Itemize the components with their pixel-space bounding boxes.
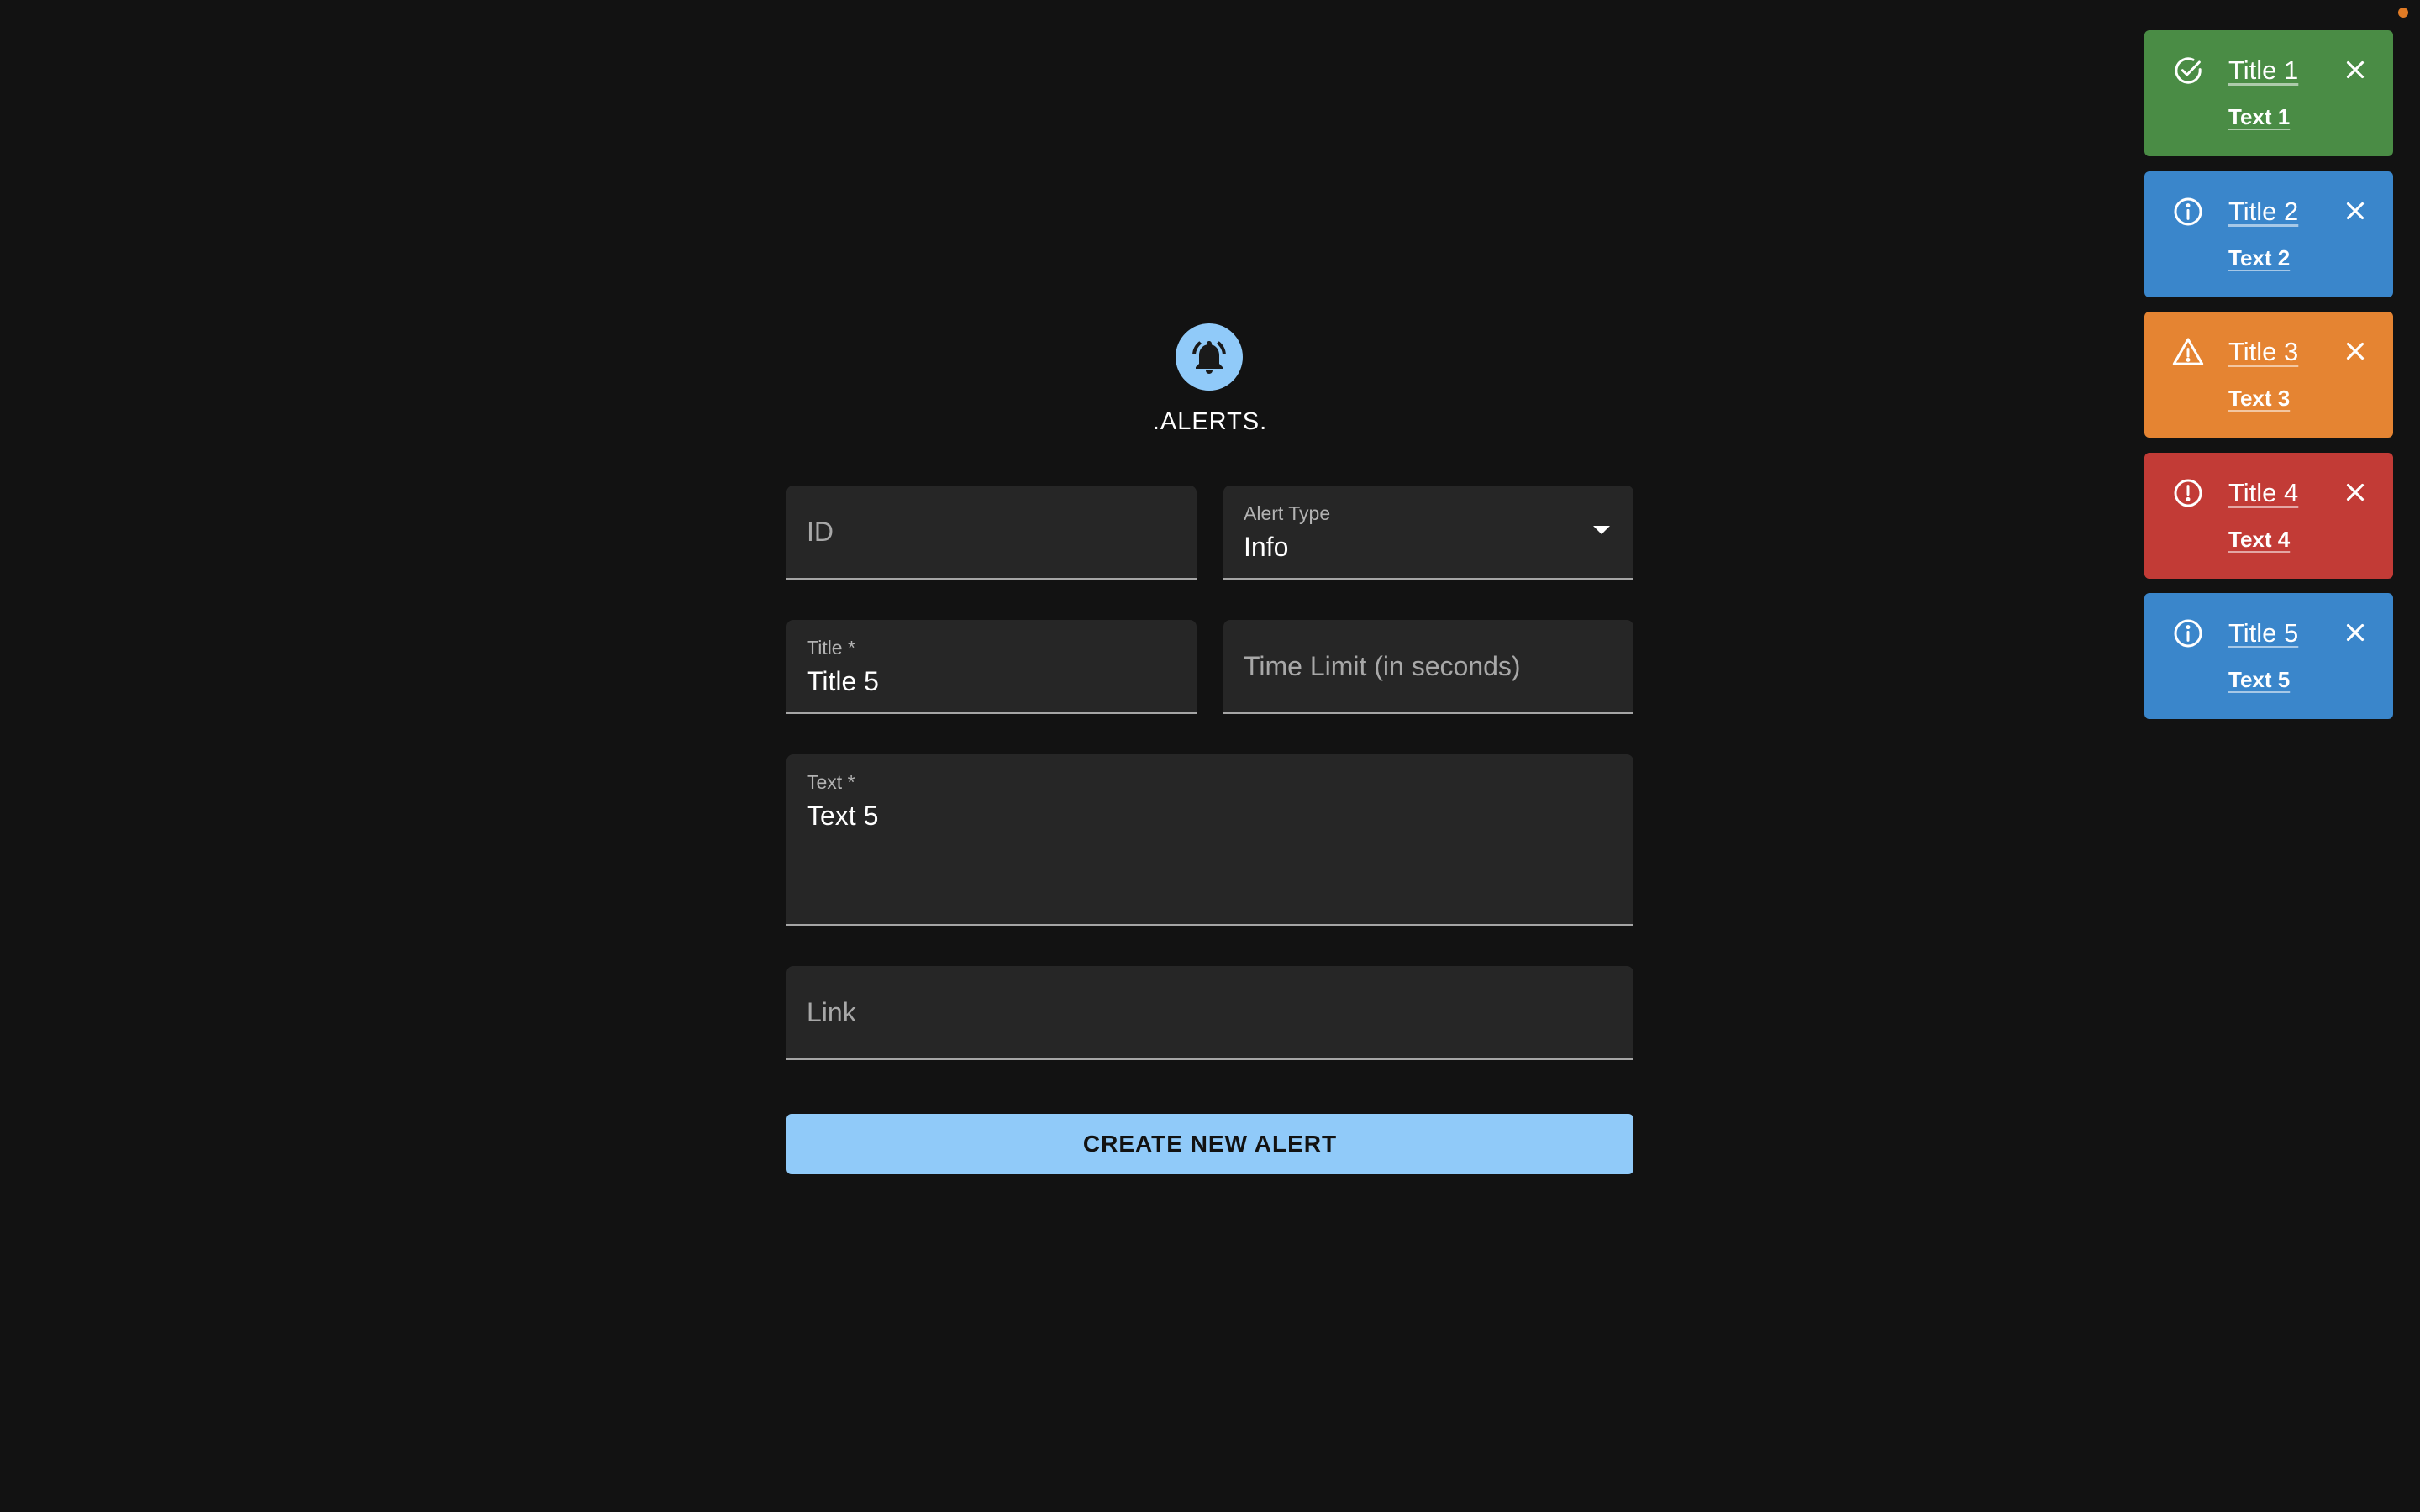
alert-info: Title 5 Text 5 xyxy=(2144,593,2393,719)
alert-type-select[interactable]: Alert Type Info xyxy=(1223,486,1634,580)
info-circle-icon xyxy=(2174,197,2202,226)
time-limit-placeholder: Time Limit (in seconds) xyxy=(1244,650,1521,681)
alert-info: Title 2 Text 2 xyxy=(2144,171,2393,297)
alert-title[interactable]: Title 5 xyxy=(2228,618,2298,648)
alert-title[interactable]: Title 2 xyxy=(2228,197,2298,227)
alert-text[interactable]: Text 3 xyxy=(2228,386,2290,412)
time-limit-field[interactable]: Time Limit (in seconds) xyxy=(1223,620,1634,714)
status-dot xyxy=(2398,8,2408,18)
close-icon[interactable] xyxy=(2341,337,2370,365)
title-label: Title * xyxy=(807,637,855,659)
alarm-bell-icon xyxy=(1192,341,1226,374)
alerts-page: .ALERTS. ID Alert Type Info Title * Titl… xyxy=(0,0,2420,1512)
alert-text[interactable]: Text 1 xyxy=(2228,104,2290,130)
check-circle-icon xyxy=(2175,57,2202,84)
text-label: Text * xyxy=(807,771,855,793)
alert-text[interactable]: Text 2 xyxy=(2228,245,2290,271)
alert-type-label: Alert Type xyxy=(1244,502,1331,524)
close-icon[interactable] xyxy=(2341,197,2370,225)
alert-title[interactable]: Title 4 xyxy=(2228,478,2298,508)
text-field[interactable]: Text * Text 5 xyxy=(786,754,1634,926)
alert-title[interactable]: Title 3 xyxy=(2228,337,2298,367)
warning-triangle-icon xyxy=(2172,338,2204,365)
id-field[interactable]: ID xyxy=(786,486,1197,580)
close-icon[interactable] xyxy=(2341,478,2370,507)
alert-title[interactable]: Title 1 xyxy=(2228,55,2298,86)
info-circle-icon xyxy=(2174,619,2202,648)
title-value: Title 5 xyxy=(807,666,879,696)
id-placeholder: ID xyxy=(807,516,834,547)
alert-success: Title 1 Text 1 xyxy=(2144,30,2393,156)
close-icon[interactable] xyxy=(2341,55,2370,84)
alert-type-value: Info xyxy=(1244,532,1289,562)
link-placeholder: Link xyxy=(807,996,856,1027)
close-icon[interactable] xyxy=(2341,618,2370,647)
alert-warning: Title 3 Text 3 xyxy=(2144,312,2393,438)
create-alert-button[interactable]: CREATE NEW ALERT xyxy=(786,1114,1634,1174)
text-value: Text 5 xyxy=(807,801,879,831)
title-field[interactable]: Title * Title 5 xyxy=(786,620,1197,714)
bell-logo xyxy=(1176,323,1243,391)
alert-text[interactable]: Text 4 xyxy=(2228,527,2290,553)
link-field[interactable]: Link xyxy=(786,966,1634,1060)
app-title: .ALERTS. xyxy=(1152,408,1268,435)
error-circle-icon xyxy=(2174,479,2202,507)
alert-error: Title 4 Text 4 xyxy=(2144,453,2393,579)
dropdown-arrow-icon xyxy=(1593,526,1610,534)
alert-text[interactable]: Text 5 xyxy=(2228,667,2290,693)
